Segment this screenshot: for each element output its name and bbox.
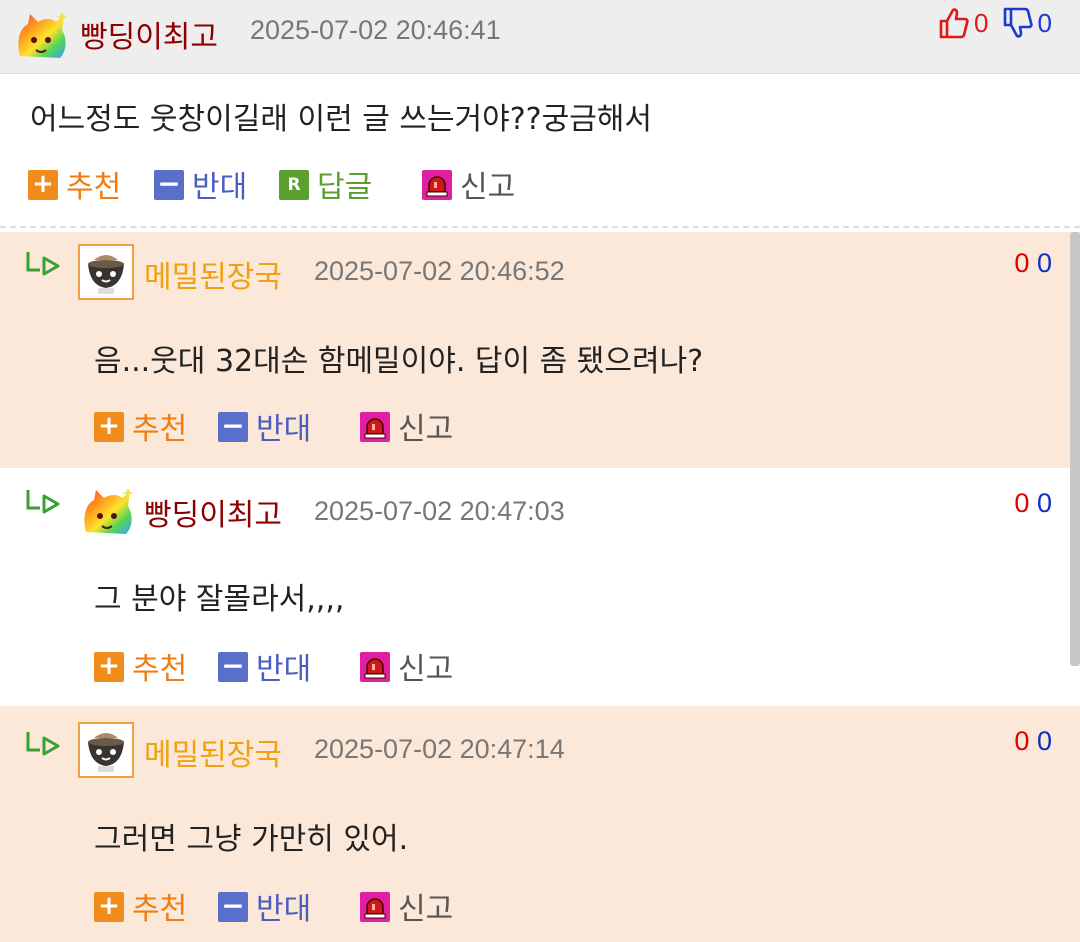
comment-datetime: 2025-07-02 20:47:03: [314, 496, 565, 526]
rainbow-mascot-avatar[interactable]: [80, 486, 134, 538]
minus-icon: −: [218, 892, 248, 922]
minus-icon: −: [218, 652, 248, 682]
post-header: 빵딩이최고 2025-07-02 20:46:41 0 0: [0, 0, 1080, 74]
plus-icon: +: [94, 652, 124, 682]
report-label: 신고: [398, 892, 454, 927]
post-vote-counts: 0 0: [938, 6, 1052, 42]
comment-actions: + 추천 − 반대 신고: [94, 646, 494, 687]
thumbs-down-icon[interactable]: [1002, 6, 1034, 40]
comment-author[interactable]: 메밀된장국: [144, 730, 282, 774]
plus-icon: +: [94, 412, 124, 442]
comment-body: 음...웃대 32대손 함메밀이야. 답이 좀 됐으려나?: [94, 344, 704, 379]
comment-downvote-count[interactable]: 0: [1037, 726, 1052, 756]
comment-downvote-count[interactable]: 0: [1037, 488, 1052, 518]
minus-icon: −: [154, 170, 184, 200]
reply-arrow-icon: [26, 490, 60, 514]
reply-r-icon: R: [279, 170, 309, 200]
minus-icon: −: [218, 412, 248, 442]
comment-item: 메밀된장국 2025-07-02 20:46:52 0 0 음...웃대 32대…: [0, 232, 1080, 468]
comment-item: 메밀된장국 2025-07-02 20:47:14 0 0 그러면 그냥 가만히…: [0, 706, 1080, 942]
comment-upvote-count[interactable]: 0: [1014, 726, 1029, 756]
report-label: 신고: [398, 652, 454, 687]
bowl-avatar[interactable]: [78, 244, 134, 300]
oppose-label: 반대: [192, 170, 248, 205]
post-separator: [0, 226, 1080, 228]
report-label: 신고: [460, 170, 516, 205]
siren-icon: [422, 170, 452, 200]
thumbs-up-icon[interactable]: [938, 6, 970, 40]
oppose-label: 반대: [256, 412, 312, 447]
comment-datetime: 2025-07-02 20:47:14: [314, 734, 565, 764]
post-upvote-count: 0: [973, 8, 989, 38]
post-body: 어느정도 웃창이길래 이런 글 쓰는거야??궁금해서: [30, 102, 652, 137]
reply-arrow-icon: [26, 252, 60, 276]
comment-vote-counts: 0 0: [1014, 726, 1052, 757]
oppose-label: 반대: [256, 652, 312, 687]
recommend-label: 추천: [132, 652, 188, 687]
comment-item: 빵딩이최고 2025-07-02 20:47:03 0 0 그 분야 잘몰라서,…: [0, 468, 1080, 706]
bowl-mascot-icon: [88, 733, 124, 772]
comment-upvote-count[interactable]: 0: [1014, 248, 1029, 278]
plus-icon: +: [28, 170, 58, 200]
comment-upvote-count[interactable]: 0: [1014, 488, 1029, 518]
scrollbar[interactable]: [1070, 232, 1080, 666]
comment-downvote-count[interactable]: 0: [1037, 248, 1052, 278]
oppose-label: 반대: [256, 892, 312, 927]
post-downvote-count: 0: [1037, 8, 1052, 38]
siren-icon: [360, 652, 390, 682]
bowl-avatar[interactable]: [78, 722, 134, 778]
recommend-label: 추천: [66, 170, 122, 205]
comment-author[interactable]: 메밀된장국: [144, 252, 282, 296]
report-label: 신고: [398, 412, 454, 447]
recommend-label: 추천: [132, 412, 188, 447]
post-datetime: 2025-07-02 20:46:41: [250, 15, 501, 45]
bowl-mascot-icon: [88, 255, 124, 294]
post-author[interactable]: 빵딩이최고: [80, 12, 218, 56]
comment-vote-counts: 0 0: [1014, 488, 1052, 519]
comment-body: 그 분야 잘몰라서,,,,: [94, 582, 345, 617]
siren-icon: [360, 892, 390, 922]
recommend-label: 추천: [132, 892, 188, 927]
comment-author[interactable]: 빵딩이최고: [144, 490, 282, 534]
siren-icon: [360, 412, 390, 442]
reply-arrow-icon: [26, 732, 60, 756]
reply-label: 답글: [317, 170, 373, 205]
comment-actions: + 추천 − 반대 신고: [94, 886, 494, 927]
rainbow-mascot-avatar[interactable]: [14, 10, 68, 62]
comment-actions: + 추천 − 반대 신고: [94, 406, 494, 447]
comment-body: 그러면 그냥 가만히 있어.: [94, 822, 409, 857]
comment-datetime: 2025-07-02 20:46:52: [314, 256, 565, 286]
comment-vote-counts: 0 0: [1014, 248, 1052, 279]
post-actions: + 추천 − 반대 R 답글 신고: [28, 164, 548, 205]
plus-icon: +: [94, 892, 124, 922]
